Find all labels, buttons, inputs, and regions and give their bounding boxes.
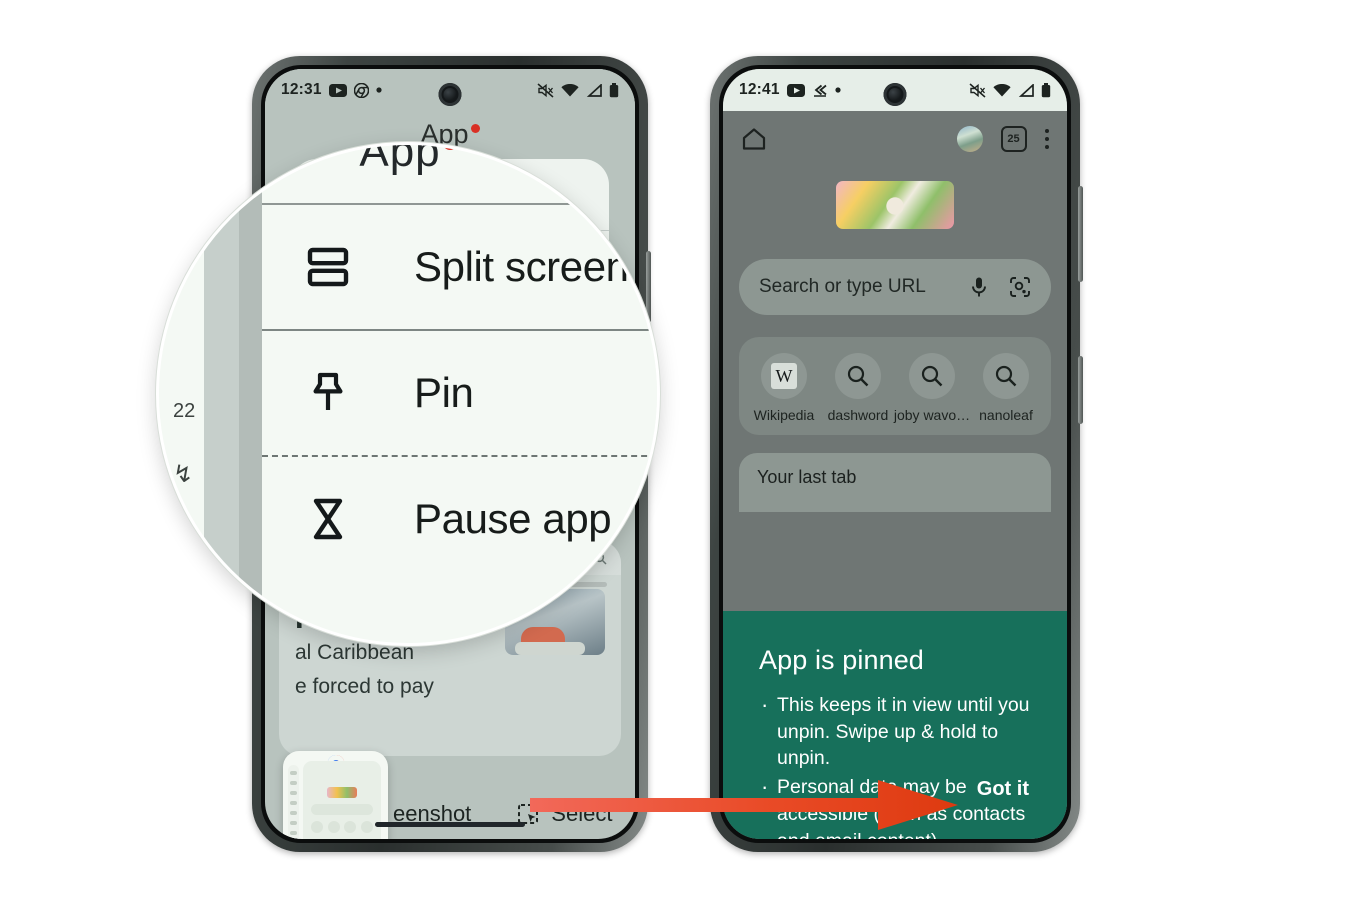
chrome-toolbar: 25 bbox=[723, 111, 1067, 167]
phone-right-content: 25 Search or type URL W Wikipedia dashwo… bbox=[723, 111, 1067, 839]
toolbar-right-group: 25 bbox=[956, 126, 1049, 152]
magnified-label: Pause app bbox=[414, 495, 612, 542]
dot-icon bbox=[376, 87, 382, 93]
magnified-edge-strip bbox=[204, 145, 262, 643]
shortcut-label: nanoleaf bbox=[979, 407, 1033, 423]
volume-button-right-phone[interactable] bbox=[1078, 186, 1083, 282]
status-time: 12:41 bbox=[739, 81, 780, 98]
search-icon bbox=[921, 365, 943, 387]
magnified-item-pause-app[interactable]: Pause app bbox=[262, 455, 657, 581]
search-icon bbox=[847, 365, 869, 387]
magnified-options-sheet: Split screen Pin Pause app bbox=[262, 203, 657, 581]
last-tab-card[interactable]: Your last tab bbox=[739, 453, 1051, 512]
shortcut-row: W Wikipedia dashword joby wavo… nanoleaf bbox=[739, 337, 1051, 435]
shortcut-label: Wikipedia bbox=[753, 407, 815, 423]
phone-right-screen: 12:41 25 Search or type URL W Wikipedia … bbox=[723, 69, 1067, 839]
list-item: This keeps it in view until you unpin. S… bbox=[759, 690, 1037, 772]
battery-icon bbox=[609, 82, 619, 97]
phone-right-bezel: 12:41 25 Search or type URL W Wikipedia … bbox=[719, 65, 1071, 843]
power-button-right-phone[interactable] bbox=[1078, 356, 1083, 424]
google-doodle[interactable] bbox=[836, 181, 954, 229]
red-dot-icon bbox=[470, 124, 480, 133]
magnified-title: App bbox=[159, 142, 657, 177]
kebab-menu-icon[interactable] bbox=[1044, 128, 1049, 150]
status-time: 12:31 bbox=[281, 81, 322, 98]
got-it-button[interactable]: Got it bbox=[977, 778, 1029, 801]
thumb-shortcut-row bbox=[311, 821, 373, 833]
shortcut-icon-wrap: W bbox=[761, 353, 807, 399]
wikipedia-icon: W bbox=[771, 363, 797, 389]
magnified-title-text: App bbox=[359, 142, 441, 176]
dot-icon bbox=[835, 87, 841, 93]
shortcut-label: joby wavo… bbox=[893, 407, 971, 423]
shortcut-icon-wrap bbox=[909, 353, 955, 399]
screenshot-canvas: 12:31 App al Caribbean e forced to pay e… bbox=[0, 0, 1358, 908]
google-lens-icon[interactable] bbox=[1009, 276, 1031, 298]
preview-subline-2: e forced to pay bbox=[295, 675, 434, 699]
split-screen-icon bbox=[304, 243, 352, 291]
magnified-item-pin[interactable]: Pin bbox=[262, 329, 657, 455]
tab-count-label: 25 bbox=[1007, 133, 1020, 145]
magnified-item-split-screen[interactable]: Split screen bbox=[262, 203, 657, 329]
shortcut-label: dashword bbox=[827, 407, 889, 423]
microphone-icon[interactable] bbox=[969, 276, 989, 298]
chrome-icon bbox=[353, 82, 369, 98]
shortcut-wikipedia[interactable]: W Wikipedia bbox=[747, 353, 821, 423]
shortcut-nanoleaf[interactable]: nanoleaf bbox=[969, 353, 1043, 423]
annotation-arrow bbox=[530, 778, 960, 832]
youtube-icon bbox=[786, 83, 805, 97]
magnified-label: Split screen bbox=[414, 243, 629, 290]
magnified-number: 22 bbox=[173, 400, 196, 422]
pin-icon bbox=[304, 369, 352, 417]
signal-icon bbox=[1018, 83, 1034, 97]
wifi-icon bbox=[993, 83, 1011, 96]
omnibox-placeholder: Search or type URL bbox=[759, 276, 926, 297]
youtube-icon bbox=[328, 83, 347, 97]
sound-low-icon bbox=[813, 84, 827, 97]
thumbnail-page-body: Screenshot Select bbox=[303, 761, 381, 839]
wikipedia-glyph: W bbox=[775, 365, 793, 386]
front-camera-icon bbox=[438, 83, 462, 106]
omnibox-icons bbox=[969, 276, 1031, 298]
magnified-arrow-glyph: ↯ bbox=[173, 461, 194, 488]
phone-right: 12:41 25 Search or type URL W Wikipedia … bbox=[710, 56, 1083, 852]
mute-icon bbox=[969, 82, 986, 98]
thumb-doodle-icon bbox=[327, 787, 357, 798]
shortcut-icon-wrap bbox=[983, 353, 1029, 399]
screenshot-thumbnail[interactable]: Screenshot Select bbox=[283, 751, 388, 839]
shortcut-icon-wrap bbox=[835, 353, 881, 399]
hourglass-icon bbox=[304, 495, 352, 543]
wifi-icon bbox=[561, 83, 579, 96]
shortcut-joby-wavo[interactable]: joby wavo… bbox=[893, 353, 971, 423]
avatar[interactable] bbox=[956, 126, 983, 152]
search-icon bbox=[995, 365, 1017, 387]
tab-switcher-button[interactable]: 25 bbox=[1000, 126, 1027, 152]
signal-icon bbox=[586, 83, 602, 97]
pinned-title: App is pinned bbox=[759, 645, 924, 675]
home-icon[interactable] bbox=[741, 126, 767, 152]
thumb-search-bar bbox=[311, 804, 373, 815]
front-camera-icon bbox=[883, 83, 907, 106]
magnified-label: Pin bbox=[414, 369, 474, 416]
thumbnail-side-rail bbox=[288, 765, 299, 839]
magnifier-lens: App 22 ↯ Split screen Pin Pause app bbox=[156, 142, 660, 646]
mute-icon bbox=[537, 82, 554, 98]
battery-icon bbox=[1041, 82, 1051, 97]
search-input[interactable]: Search or type URL bbox=[739, 259, 1051, 315]
last-tab-title: Your last tab bbox=[757, 467, 857, 487]
shortcut-dashword[interactable]: dashword bbox=[821, 353, 895, 423]
home-indicator-left[interactable] bbox=[375, 822, 525, 827]
